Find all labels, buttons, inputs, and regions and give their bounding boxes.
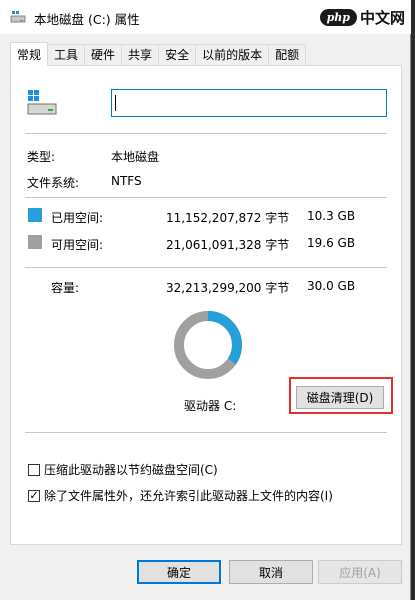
free-space-label: 可用空间:	[51, 238, 104, 252]
tab-tools[interactable]: 工具	[48, 44, 86, 65]
general-panel: 类型: 本地磁盘 文件系统: NTFS 已用空间: 11,152,207,872…	[10, 65, 402, 545]
type-label: 类型:	[27, 150, 56, 164]
capacity-gb: 30.0 GB	[307, 279, 356, 293]
used-space-bytes: 11,152,207,872 字节	[166, 211, 290, 225]
free-space-swatch	[28, 235, 42, 249]
used-space-label: 已用空间:	[51, 211, 104, 225]
compress-option[interactable]: 压缩此驱动器以节约磁盘空间(C)	[28, 461, 218, 478]
capacity-bytes: 32,213,299,200 字节	[166, 281, 290, 295]
separator-top	[25, 133, 387, 134]
text-caret	[115, 95, 116, 111]
separator-bottom	[25, 432, 387, 433]
free-space-bytes: 21,061,091,328 字节	[166, 238, 290, 252]
tab-general[interactable]: 常规	[10, 42, 49, 66]
tab-quota[interactable]: 配额	[269, 44, 307, 65]
tab-strip: 常规 工具 硬件 共享 安全 以前的版本 配额	[10, 42, 307, 66]
disk-cleanup-button[interactable]: 磁盘清理(D)	[296, 386, 384, 409]
drive-icon	[27, 90, 57, 115]
usage-donut-chart	[174, 311, 242, 379]
filesystem-value: NTFS	[111, 174, 142, 188]
drive-title-icon	[10, 11, 26, 23]
watermark-badge: php	[319, 8, 357, 26]
watermark-logo: php 中文网	[319, 4, 405, 30]
type-value: 本地磁盘	[111, 150, 160, 164]
properties-window: 本地磁盘 (C:) 属性 php 中文网 常规 工具 硬件 共享 安全 以前的版…	[0, 0, 411, 600]
tab-hardware[interactable]: 硬件	[85, 44, 123, 65]
ok-button[interactable]: 确定	[137, 560, 221, 584]
volume-name-input[interactable]	[111, 89, 387, 117]
title-bar[interactable]: 本地磁盘 (C:) 属性 php 中文网	[0, 0, 411, 34]
window-title: 本地磁盘 (C:) 属性	[34, 12, 140, 27]
index-label: 除了文件属性外，还允许索引此驱动器上文件的内容(I)	[44, 489, 333, 503]
index-option[interactable]: ✓ 除了文件属性外，还允许索引此驱动器上文件的内容(I)	[28, 487, 333, 504]
filesystem-label: 文件系统:	[27, 176, 80, 190]
tab-security[interactable]: 安全	[159, 44, 197, 65]
compress-checkbox[interactable]	[28, 463, 40, 476]
free-space-gb: 19.6 GB	[307, 236, 356, 250]
apply-button[interactable]: 应用(A)	[318, 560, 402, 584]
watermark-text: 中文网	[359, 8, 405, 27]
separator-middle	[25, 197, 387, 198]
compress-label: 压缩此驱动器以节约磁盘空间(C)	[44, 463, 218, 477]
tab-sharing[interactable]: 共享	[122, 44, 160, 65]
tab-previous-versions[interactable]: 以前的版本	[196, 44, 270, 65]
capacity-label: 容量:	[51, 281, 80, 295]
index-checkbox[interactable]: ✓	[28, 489, 40, 502]
drive-label: 驱动器 C:	[184, 399, 237, 413]
used-space-swatch	[28, 208, 42, 222]
cancel-button[interactable]: 取消	[229, 560, 313, 584]
used-space-gb: 10.3 GB	[307, 209, 356, 223]
separator-capacity	[25, 267, 387, 268]
